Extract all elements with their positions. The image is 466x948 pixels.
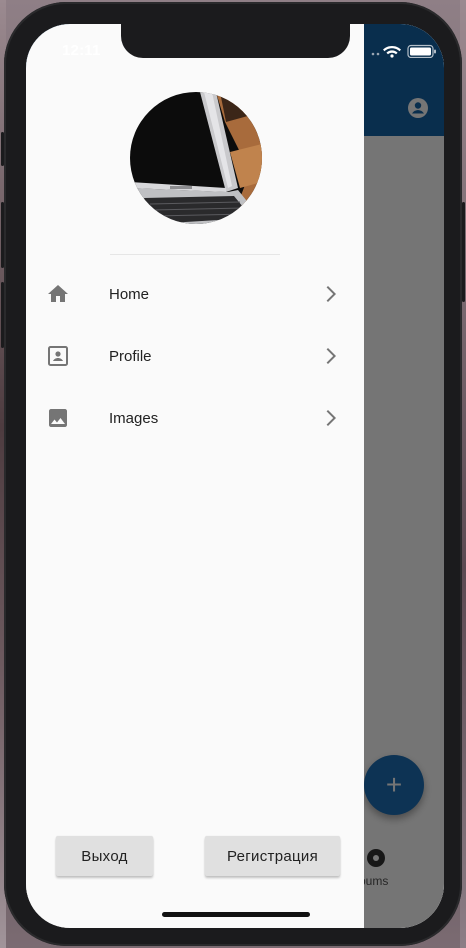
drawer-item-home[interactable]: Home	[26, 266, 364, 322]
signal-icon	[371, 52, 380, 56]
chevron-right-icon	[326, 348, 336, 364]
status-icons	[371, 44, 436, 58]
volume-up-button	[1, 202, 4, 268]
drawer-item-label: Images	[109, 409, 159, 427]
logout-button[interactable]: Выход	[56, 836, 153, 876]
notch	[121, 24, 350, 58]
wifi-icon	[383, 46, 401, 58]
status-time: 12:11	[62, 42, 101, 59]
drawer-item-images[interactable]: Images	[26, 390, 364, 446]
home-icon	[48, 285, 68, 302]
drawer-item-profile[interactable]: Profile	[26, 328, 364, 384]
battery-icon	[407, 44, 436, 58]
contact-card-icon	[48, 346, 68, 366]
drawer-header-divider	[110, 254, 280, 255]
avatar	[130, 92, 262, 224]
power-button	[462, 202, 465, 302]
home-indicator[interactable]	[162, 912, 310, 917]
drawer-item-label: Home	[109, 285, 150, 303]
drawer-item-label: Profile	[109, 347, 152, 365]
screen: + bums	[26, 24, 444, 928]
volume-down-button	[1, 282, 4, 348]
image-icon	[49, 409, 67, 427]
phone-frame: + bums	[1, 2, 465, 946]
chevron-right-icon	[326, 410, 336, 426]
laptop-photo	[130, 92, 262, 224]
chevron-right-icon	[326, 286, 336, 302]
mute-switch	[1, 132, 4, 166]
navigation-drawer: Home Profile Images Выход Регистрация	[26, 24, 364, 928]
register-button[interactable]: Регистрация	[205, 836, 340, 876]
